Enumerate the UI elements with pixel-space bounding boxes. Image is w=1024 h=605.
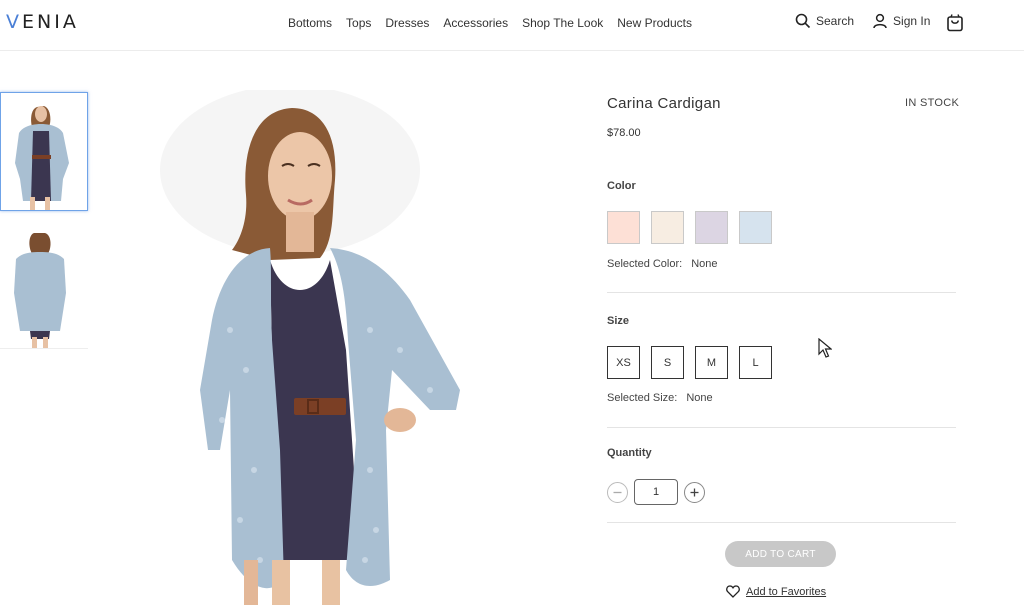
selected-color: Selected Color: None — [607, 258, 718, 270]
selected-color-label: Selected Color: — [607, 258, 683, 270]
selected-size-value: None — [686, 392, 713, 404]
quantity-stepper: 1 — [607, 479, 705, 505]
heart-icon — [726, 585, 740, 598]
minus-icon — [613, 491, 622, 493]
search-button[interactable]: Search — [795, 13, 854, 29]
product-price: $78.00 — [607, 127, 641, 139]
plus-icon — [690, 488, 699, 496]
cart-button[interactable] — [946, 13, 964, 37]
divider — [607, 522, 956, 523]
divider — [607, 427, 956, 428]
logo[interactable]: VENIA — [6, 11, 79, 33]
color-swatch[interactable] — [651, 211, 684, 244]
nav-new-products[interactable]: New Products — [617, 16, 692, 30]
product-thumbnail-back — [0, 227, 88, 348]
color-swatch[interactable] — [607, 211, 640, 244]
thumbnail-back[interactable] — [0, 227, 88, 349]
nav-dresses[interactable]: Dresses — [385, 16, 429, 30]
product-main-image — [160, 90, 460, 605]
thumbnail-front[interactable] — [0, 92, 88, 211]
size-options: XS S M L — [607, 346, 783, 379]
size-m-button[interactable]: M — [695, 346, 728, 379]
selected-color-value: None — [691, 258, 718, 270]
color-swatch[interactable] — [695, 211, 728, 244]
shopping-bag-icon — [947, 14, 963, 32]
main-nav: Bottoms Tops Dresses Accessories Shop Th… — [288, 16, 706, 30]
mouse-cursor-icon — [818, 337, 833, 363]
nav-tops[interactable]: Tops — [346, 16, 371, 30]
color-label: Color — [607, 180, 636, 192]
signin-button[interactable]: Sign In — [872, 13, 930, 29]
nav-accessories[interactable]: Accessories — [443, 16, 508, 30]
size-xs-button[interactable]: XS — [607, 346, 640, 379]
increment-button[interactable] — [684, 481, 705, 503]
site-header: VENIA Bottoms Tops Dresses Accessories S… — [0, 0, 1024, 51]
divider — [607, 292, 956, 293]
decrement-button[interactable] — [607, 481, 628, 503]
favorites-label: Add to Favorites — [746, 585, 827, 598]
thumbnail-list — [0, 92, 88, 349]
selected-size: Selected Size: None — [607, 392, 713, 404]
size-l-button[interactable]: L — [739, 346, 772, 379]
user-icon — [873, 13, 887, 29]
nav-shop-the-look[interactable]: Shop The Look — [522, 16, 603, 30]
search-label: Search — [816, 14, 855, 28]
search-icon — [795, 13, 811, 29]
size-s-button[interactable]: S — [651, 346, 684, 379]
product-photo — [160, 90, 460, 605]
selected-size-label: Selected Size: — [607, 392, 678, 404]
quantity-input[interactable]: 1 — [634, 479, 678, 505]
color-swatch[interactable] — [739, 211, 772, 244]
nav-bottoms[interactable]: Bottoms — [288, 16, 332, 30]
add-to-cart-button[interactable]: ADD TO CART — [725, 541, 836, 567]
quantity-label: Quantity — [607, 447, 652, 459]
color-swatches — [607, 211, 783, 244]
size-label: Size — [607, 315, 630, 327]
logo-text: ENIA — [22, 11, 79, 33]
signin-label: Sign In — [893, 14, 931, 28]
add-to-favorites-link[interactable]: Add to Favorites — [726, 585, 826, 598]
stock-status: IN STOCK — [905, 97, 960, 109]
product-thumbnail-front — [1, 93, 87, 210]
header-actions: Search Sign In — [795, 13, 930, 29]
product-title: Carina Cardigan — [607, 95, 721, 112]
